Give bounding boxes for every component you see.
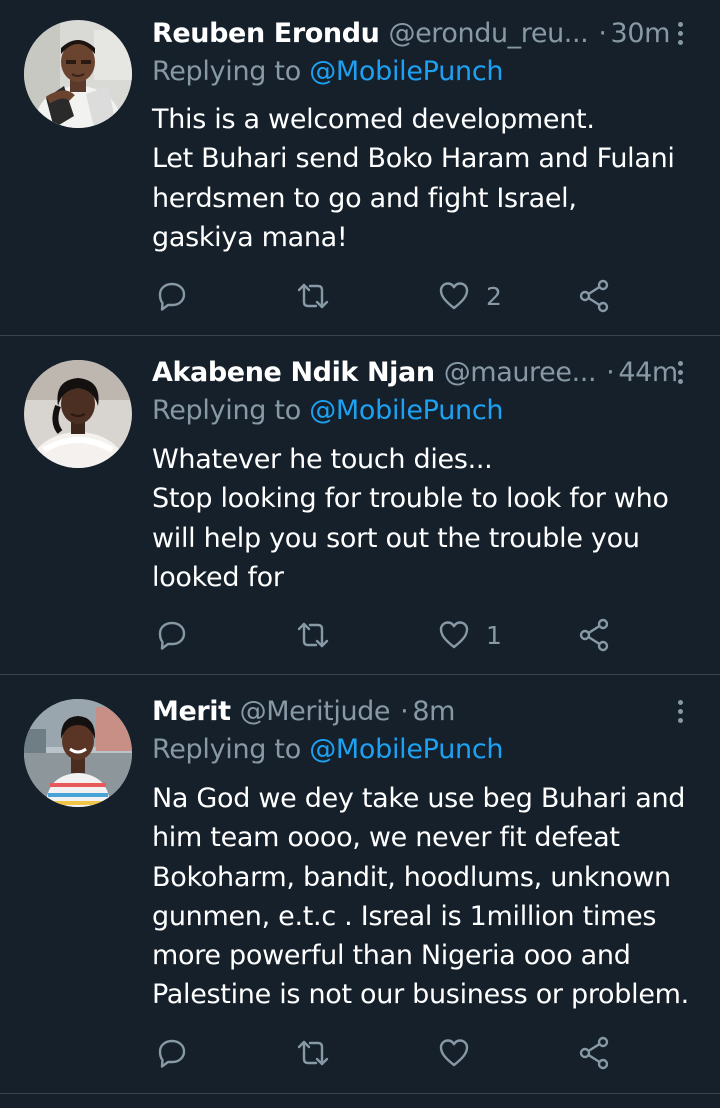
like-icon (439, 282, 469, 310)
mention-link[interactable]: @MobilePunch (309, 56, 503, 87)
user-handle[interactable]: @erondu_reu... (388, 18, 588, 49)
display-name[interactable]: Merit (152, 696, 231, 727)
timestamp-value: 30m (610, 17, 671, 49)
tweet-text-line: Bokoharm, bandit, hoodlums, unknown (152, 861, 671, 893)
tweet-header: Akabene Ndik Njan @mauree... · 44m (152, 352, 690, 392)
tweet-actions: 2 (156, 276, 616, 316)
display-name[interactable]: Reuben Erondu (152, 18, 380, 49)
share-icon (579, 1036, 609, 1070)
tweet-feed: Reuben Erondu @erondu_reu... · 30m Replyi… (0, 0, 720, 1108)
replying-to-label: Replying to (152, 56, 301, 87)
retweet-button[interactable] (296, 615, 330, 655)
tweet-text-line: looked for (152, 561, 284, 593)
avatar[interactable] (24, 20, 132, 128)
share-button[interactable] (578, 276, 610, 316)
timestamp[interactable]: · 8m (392, 696, 455, 727)
reply-icon (158, 282, 186, 311)
replying-to-label: Replying to (152, 395, 301, 426)
tweet-text-line: herdsmen to go and fight Israel, (152, 182, 577, 214)
tweet-header: Reuben Erondu @erondu_reu... · 30m (152, 13, 690, 53)
share-icon (579, 618, 609, 652)
retweet-icon (297, 1040, 329, 1066)
user-handle[interactable]: @Meritjude (240, 696, 390, 727)
tweet-text-line: Na God we dey take use beg Buhari and (152, 783, 686, 814)
avatar[interactable] (24, 360, 132, 468)
more-options-icon[interactable] (670, 13, 690, 53)
tweet-text-line: Palestine is not our business or problem… (152, 979, 689, 1011)
reply-icon (158, 1039, 186, 1068)
tweet-text-line: Let Buhari send Boko Haram and Fulani (152, 143, 675, 175)
replying-to: Replying to @MobilePunch (152, 395, 503, 426)
like-count: 1 (486, 620, 502, 650)
tweet-text: This is a welcomed development. Let Buha… (152, 100, 708, 257)
timestamp[interactable]: · 44m (598, 357, 678, 388)
like-icon (439, 621, 469, 649)
tweet-text-line: will help you sort out the trouble you (152, 522, 640, 554)
like-icon (439, 1039, 469, 1067)
retweet-button[interactable] (296, 276, 330, 316)
timestamp-value: 8m (412, 695, 456, 727)
mention-link[interactable]: @MobilePunch (309, 395, 503, 426)
tweet-actions: 1 (156, 615, 616, 655)
replying-to-label: Replying to (152, 734, 301, 765)
tweet-text-line: Stop looking for trouble to look for who (152, 483, 669, 515)
tweet-text-line: Whatever he touch dies... (152, 444, 493, 475)
reply-button[interactable] (156, 276, 188, 316)
tweet-header: Merit @Meritjude · 8m (152, 691, 690, 731)
like-button[interactable]: 1 (438, 615, 502, 655)
replying-to: Replying to @MobilePunch (152, 56, 503, 87)
retweet-icon (297, 622, 329, 648)
tweet-actions (156, 1033, 616, 1073)
tweet[interactable]: Akabene Ndik Njan @mauree... · 44m Replyi… (0, 336, 720, 675)
like-button[interactable] (438, 1033, 486, 1073)
timestamp[interactable]: · 30m (590, 18, 670, 49)
like-count: 2 (486, 281, 502, 311)
tweet-text-line: This is a welcomed development. (152, 104, 595, 135)
more-options-icon[interactable] (670, 691, 690, 731)
replying-to: Replying to @MobilePunch (152, 734, 503, 765)
reply-button[interactable] (156, 615, 188, 655)
like-button[interactable]: 2 (438, 276, 502, 316)
tweet[interactable]: Merit @Meritjude · 8m Replying to @Mobile… (0, 675, 720, 1094)
tweet-text-line: gaskiya mana! (152, 221, 348, 253)
avatar[interactable] (24, 699, 132, 807)
display-name[interactable]: Akabene Ndik Njan (152, 357, 435, 388)
mention-link[interactable]: @MobilePunch (309, 734, 503, 765)
retweet-button[interactable] (296, 1033, 330, 1073)
reply-icon (158, 621, 186, 650)
more-options-icon[interactable] (670, 352, 690, 392)
tweet[interactable]: Reuben Erondu @erondu_reu... · 30m Replyi… (0, 0, 720, 336)
share-icon (579, 279, 609, 313)
retweet-icon (297, 283, 329, 309)
share-button[interactable] (578, 1033, 610, 1073)
tweet-text-line: more powerful than Nigeria ooo and (152, 940, 631, 972)
reply-button[interactable] (156, 1033, 188, 1073)
tweet-text: Na God we dey take use beg Buhari and hi… (152, 779, 708, 1015)
timestamp-value: 44m (618, 356, 678, 388)
tweet-text: Whatever he touch dies... Stop looking f… (152, 440, 708, 597)
user-handle[interactable]: @mauree... (444, 357, 596, 388)
tweet-text-line: gunmen, e.t.c . Isreal is 1million times (152, 900, 657, 932)
tweet-text-line: him team oooo, we never fit defeat (152, 822, 620, 854)
share-button[interactable] (578, 615, 610, 655)
